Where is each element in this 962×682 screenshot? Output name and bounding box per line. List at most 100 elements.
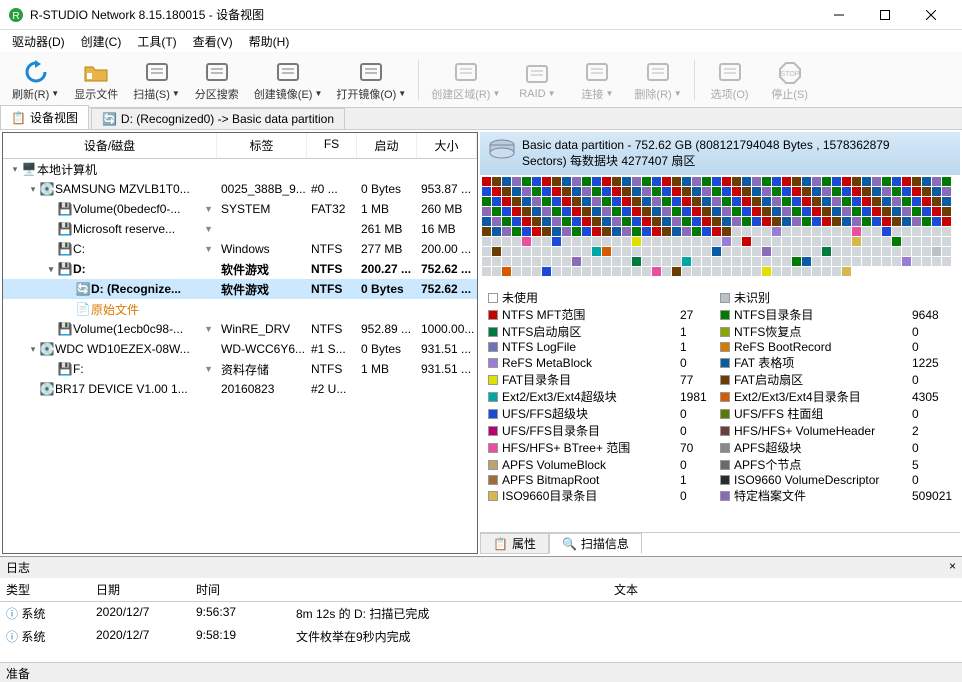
map-cell[interactable] bbox=[612, 177, 621, 186]
tree-row[interactable]: ▾💾D:软件游戏NTFS200.27 ...752.62 ... bbox=[3, 259, 477, 279]
map-cell[interactable] bbox=[482, 247, 491, 256]
map-cell[interactable] bbox=[922, 247, 931, 256]
map-cell[interactable] bbox=[542, 237, 551, 246]
map-cell[interactable] bbox=[772, 227, 781, 236]
map-cell[interactable] bbox=[502, 257, 511, 266]
map-cell[interactable] bbox=[892, 257, 901, 266]
tree-row[interactable]: 💾Microsoft reserve...▼261 MB16 MB bbox=[3, 219, 477, 239]
map-cell[interactable] bbox=[512, 197, 521, 206]
map-cell[interactable] bbox=[612, 187, 621, 196]
map-cell[interactable] bbox=[542, 247, 551, 256]
map-cell[interactable] bbox=[772, 257, 781, 266]
map-cell[interactable] bbox=[492, 247, 501, 256]
map-cell[interactable] bbox=[742, 247, 751, 256]
map-cell[interactable] bbox=[942, 247, 951, 256]
map-cell[interactable] bbox=[842, 257, 851, 266]
map-cell[interactable] bbox=[932, 197, 941, 206]
tree-row[interactable]: 💾Volume(1ecb0c98-...▼WinRE_DRVNTFS952.89… bbox=[3, 319, 477, 339]
map-cell[interactable] bbox=[812, 227, 821, 236]
map-cell[interactable] bbox=[482, 257, 491, 266]
map-cell[interactable] bbox=[712, 187, 721, 196]
map-cell[interactable] bbox=[872, 227, 881, 236]
map-cell[interactable] bbox=[692, 247, 701, 256]
map-cell[interactable] bbox=[832, 267, 841, 276]
tree-row[interactable]: 💾C:▼WindowsNTFS277 MB200.00 ... bbox=[3, 239, 477, 259]
map-cell[interactable] bbox=[792, 227, 801, 236]
map-cell[interactable] bbox=[642, 247, 651, 256]
map-cell[interactable] bbox=[822, 257, 831, 266]
map-cell[interactable] bbox=[502, 267, 511, 276]
map-cell[interactable] bbox=[782, 177, 791, 186]
map-cell[interactable] bbox=[672, 267, 681, 276]
map-cell[interactable] bbox=[652, 267, 661, 276]
map-cell[interactable] bbox=[862, 187, 871, 196]
map-cell[interactable] bbox=[792, 217, 801, 226]
menu-item[interactable]: 工具(T) bbox=[129, 31, 184, 52]
map-cell[interactable] bbox=[592, 267, 601, 276]
map-cell[interactable] bbox=[722, 217, 731, 226]
map-cell[interactable] bbox=[882, 247, 891, 256]
map-cell[interactable] bbox=[932, 187, 941, 196]
map-cell[interactable] bbox=[482, 187, 491, 196]
map-cell[interactable] bbox=[712, 177, 721, 186]
col-label[interactable]: 标签 bbox=[217, 133, 307, 158]
map-cell[interactable] bbox=[632, 227, 641, 236]
toolbar-oimage-button[interactable]: 打开镜像(O)▼ bbox=[330, 56, 412, 104]
map-cell[interactable] bbox=[872, 247, 881, 256]
minimize-button[interactable] bbox=[816, 0, 862, 30]
map-cell[interactable] bbox=[562, 177, 571, 186]
map-cell[interactable] bbox=[752, 197, 761, 206]
map-cell[interactable] bbox=[772, 237, 781, 246]
map-cell[interactable] bbox=[792, 267, 801, 276]
map-cell[interactable] bbox=[592, 247, 601, 256]
map-cell[interactable] bbox=[572, 257, 581, 266]
map-cell[interactable] bbox=[692, 267, 701, 276]
map-cell[interactable] bbox=[782, 217, 791, 226]
map-cell[interactable] bbox=[792, 197, 801, 206]
map-cell[interactable] bbox=[512, 217, 521, 226]
map-cell[interactable] bbox=[862, 217, 871, 226]
map-cell[interactable] bbox=[762, 217, 771, 226]
map-cell[interactable] bbox=[852, 247, 861, 256]
map-cell[interactable] bbox=[642, 187, 651, 196]
map-cell[interactable] bbox=[752, 187, 761, 196]
map-cell[interactable] bbox=[532, 267, 541, 276]
map-cell[interactable] bbox=[912, 257, 921, 266]
map-cell[interactable] bbox=[482, 237, 491, 246]
map-cell[interactable] bbox=[932, 207, 941, 216]
map-cell[interactable] bbox=[772, 207, 781, 216]
map-cell[interactable] bbox=[582, 207, 591, 216]
map-cell[interactable] bbox=[562, 247, 571, 256]
map-cell[interactable] bbox=[532, 257, 541, 266]
map-cell[interactable] bbox=[582, 187, 591, 196]
map-cell[interactable] bbox=[642, 217, 651, 226]
map-cell[interactable] bbox=[872, 237, 881, 246]
map-cell[interactable] bbox=[812, 187, 821, 196]
map-cell[interactable] bbox=[552, 247, 561, 256]
map-cell[interactable] bbox=[722, 267, 731, 276]
map-cell[interactable] bbox=[532, 187, 541, 196]
map-cell[interactable] bbox=[752, 247, 761, 256]
map-cell[interactable] bbox=[522, 177, 531, 186]
tree-row[interactable]: 📄原始文件 bbox=[3, 299, 477, 319]
tree-row[interactable]: 💾Volume(0bedecf0-...▼SYSTEMFAT321 MB260 … bbox=[3, 199, 477, 219]
map-cell[interactable] bbox=[922, 237, 931, 246]
map-cell[interactable] bbox=[842, 267, 851, 276]
log-col-type[interactable]: 类型 bbox=[0, 578, 90, 601]
map-cell[interactable] bbox=[892, 247, 901, 256]
map-cell[interactable] bbox=[782, 207, 791, 216]
map-cell[interactable] bbox=[792, 257, 801, 266]
map-cell[interactable] bbox=[562, 267, 571, 276]
scan-map[interactable] bbox=[480, 175, 960, 285]
map-cell[interactable] bbox=[612, 217, 621, 226]
tree-row[interactable]: 💽BR17 DEVICE V1.00 1...20160823#2 U... bbox=[3, 379, 477, 399]
map-cell[interactable] bbox=[712, 197, 721, 206]
map-cell[interactable] bbox=[532, 197, 541, 206]
map-cell[interactable] bbox=[522, 207, 531, 216]
map-cell[interactable] bbox=[902, 257, 911, 266]
map-cell[interactable] bbox=[712, 237, 721, 246]
map-cell[interactable] bbox=[912, 247, 921, 256]
map-cell[interactable] bbox=[822, 207, 831, 216]
map-cell[interactable] bbox=[522, 217, 531, 226]
toolbar-cimage-button[interactable]: 创建镜像(E)▼ bbox=[248, 56, 329, 104]
